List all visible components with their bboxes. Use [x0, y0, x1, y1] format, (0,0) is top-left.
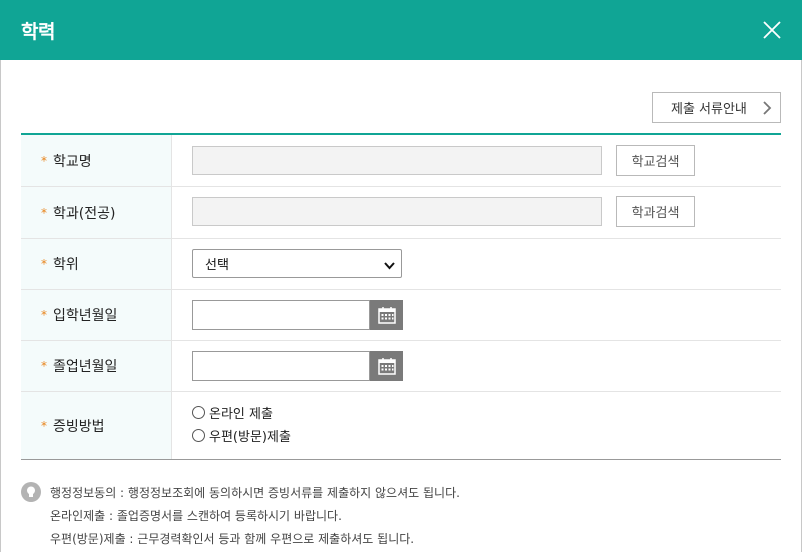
- dialog-border-left: [0, 60, 1, 552]
- proof-online-label: 온라인 제출: [209, 407, 273, 422]
- department-field: 학과검색: [172, 187, 781, 238]
- note-line: 행정정보동의 : 행정정보조회에 동의하시면 증빙서류를 제출하지 않으셔도 됩…: [50, 486, 460, 500]
- required-marker: *: [41, 359, 47, 373]
- proof-mail-radio[interactable]: [192, 429, 205, 442]
- proof-online-radio-option[interactable]: 온라인 제출: [192, 403, 273, 422]
- row-degree: * 학위 선택: [21, 239, 781, 290]
- degree-label: * 학위: [21, 239, 172, 289]
- row-graduation-date: * 졸업년월일: [21, 341, 781, 392]
- dialog-title: 학력: [21, 21, 55, 43]
- row-department: * 학과(전공) 학과검색: [21, 187, 781, 239]
- graduation-date-input[interactable]: [192, 351, 370, 381]
- close-icon[interactable]: [762, 20, 782, 40]
- dialog-header: 학력: [0, 0, 802, 60]
- note-line: 온라인제출 : 졸업증명서를 스캔하여 등록하시기 바랍니다.: [50, 509, 342, 523]
- proof-method-label-text: 증빙방법: [53, 418, 105, 435]
- degree-selected-value: 선택: [205, 258, 229, 273]
- row-proof-method: * 증빙방법 온라인 제출 우편(방문)제출: [21, 392, 781, 459]
- school-name-label: * 학교명: [21, 135, 172, 186]
- proof-mail-radio-option[interactable]: 우편(방문)제출: [192, 426, 291, 445]
- proof-method-field: 온라인 제출 우편(방문)제출: [172, 392, 781, 459]
- school-name-label-text: 학교명: [53, 153, 92, 170]
- row-school-name: * 학교명 학교검색: [21, 135, 781, 187]
- lightbulb-icon: [21, 482, 41, 502]
- department-search-button[interactable]: 학과검색: [616, 196, 695, 227]
- required-marker: *: [41, 418, 47, 433]
- required-marker: *: [41, 308, 47, 322]
- proof-method-label: * 증빙방법: [21, 392, 172, 459]
- graduation-date-label-text: 졸업년월일: [53, 359, 118, 375]
- proof-mail-label: 우편(방문)제출: [209, 430, 291, 445]
- required-marker: *: [41, 153, 47, 168]
- admission-date-label-text: 입학년월일: [53, 308, 118, 324]
- calendar-icon[interactable]: [370, 351, 403, 381]
- school-name-field: 학교검색: [172, 135, 781, 186]
- required-marker: *: [41, 257, 47, 271]
- row-admission-date: * 입학년월일: [21, 290, 781, 341]
- chevron-down-icon: [384, 259, 395, 274]
- department-input[interactable]: [192, 197, 602, 226]
- school-name-input[interactable]: [192, 146, 602, 175]
- required-marker: *: [41, 205, 47, 220]
- department-label-text: 학과(전공): [53, 205, 116, 222]
- note-line: 우편(방문)제출 : 근무경력확인서 등과 함께 우편으로 제출하셔도 됩니다.: [50, 532, 415, 546]
- degree-label-text: 학위: [53, 257, 79, 273]
- proof-online-radio[interactable]: [192, 406, 205, 419]
- chevron-right-icon: [762, 101, 772, 119]
- education-form: * 학교명 학교검색 * 학과(전공) 학과검색 * 학위 선택 * 입학년월일…: [21, 133, 781, 460]
- graduation-date-label: * 졸업년월일: [21, 341, 172, 391]
- admission-date-field: [172, 290, 781, 340]
- degree-field: 선택: [172, 239, 781, 289]
- document-guide-label: 제출 서류안내: [671, 102, 747, 117]
- calendar-icon[interactable]: [370, 300, 403, 330]
- document-guide-button[interactable]: 제출 서류안내: [652, 92, 781, 123]
- school-search-button[interactable]: 학교검색: [616, 145, 695, 176]
- admission-date-input[interactable]: [192, 300, 370, 330]
- degree-select[interactable]: 선택: [192, 249, 402, 278]
- graduation-date-field: [172, 341, 781, 391]
- department-label: * 학과(전공): [21, 187, 172, 238]
- admission-date-label: * 입학년월일: [21, 290, 172, 340]
